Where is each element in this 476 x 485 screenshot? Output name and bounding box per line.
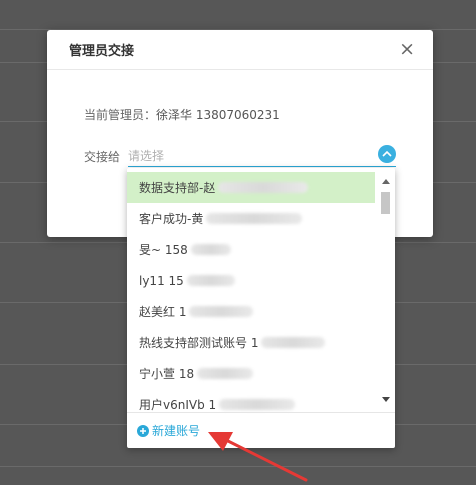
dropdown-option[interactable]: 赵美红 1 bbox=[127, 296, 375, 327]
close-icon[interactable]: × bbox=[399, 40, 415, 59]
handover-label: 交接给 bbox=[84, 149, 121, 164]
dropdown-option[interactable]: 客户成功-黄 bbox=[127, 203, 375, 234]
current-admin-label: 当前管理员： bbox=[84, 108, 157, 122]
option-label: ly11 15 bbox=[139, 273, 184, 288]
handover-select[interactable]: 请选择 bbox=[128, 145, 396, 167]
handover-dropdown: 数据支持部-赵 客户成功-黄 旻~ 158 ly11 15 赵美红 1 热线支持… bbox=[127, 168, 395, 448]
new-account-label: 新建账号 bbox=[152, 424, 201, 438]
dropdown-options: 数据支持部-赵 客户成功-黄 旻~ 158 ly11 15 赵美红 1 热线支持… bbox=[127, 172, 375, 420]
option-label: 数据支持部-赵 bbox=[139, 181, 216, 195]
chevron-up-icon[interactable] bbox=[378, 145, 396, 163]
option-label: 客户成功-黄 bbox=[139, 212, 204, 226]
current-admin-value: 徐泽华 13807060231 bbox=[156, 108, 280, 122]
option-label: 赵美红 1 bbox=[139, 305, 187, 319]
plus-circle-icon bbox=[137, 424, 149, 437]
scroll-thumb[interactable] bbox=[381, 192, 390, 214]
current-admin-row: 当前管理员： 徐泽华 13807060231 bbox=[84, 106, 280, 123]
dialog-header: 管理员交接 × bbox=[47, 30, 433, 70]
handover-row: 交接给 请选择 bbox=[84, 145, 396, 167]
option-label: 旻~ 158 bbox=[139, 243, 188, 257]
scroll-track[interactable] bbox=[378, 190, 393, 390]
dropdown-option[interactable]: 数据支持部-赵 bbox=[127, 172, 375, 203]
dropdown-scrollbar[interactable] bbox=[378, 172, 393, 408]
dropdown-option[interactable]: 热线支持部测试账号 1 bbox=[127, 327, 375, 358]
scroll-down-icon[interactable] bbox=[378, 390, 393, 408]
option-label: 宁小萱 18 bbox=[139, 367, 195, 381]
option-label: 热线支持部测试账号 1 bbox=[139, 336, 259, 350]
dropdown-option[interactable]: 宁小萱 18 bbox=[127, 358, 375, 389]
new-account-button[interactable]: 新建账号 bbox=[127, 412, 395, 448]
dialog-title: 管理员交接 bbox=[69, 44, 135, 59]
dropdown-option[interactable]: 旻~ 158 bbox=[127, 234, 375, 265]
dropdown-option[interactable]: ly11 15 bbox=[127, 265, 375, 296]
option-label: 用户v6nIVb 1 bbox=[139, 398, 217, 412]
handover-select-placeholder: 请选择 bbox=[128, 149, 165, 163]
scroll-up-icon[interactable] bbox=[378, 172, 393, 190]
